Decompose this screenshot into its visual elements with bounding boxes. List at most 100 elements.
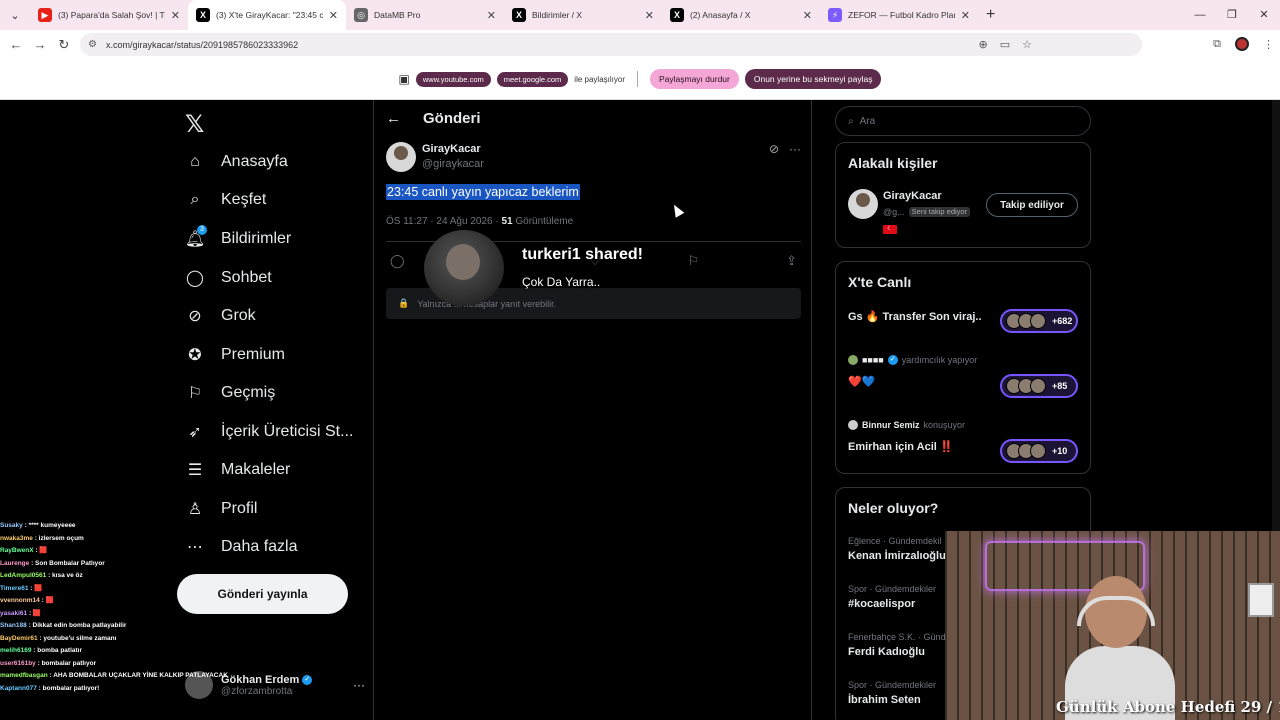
tab-close-icon[interactable]: ✕ [961,9,970,22]
live-listeners-pill[interactable]: +682 [1000,309,1078,333]
trend-name[interactable]: #kocaelispor [848,598,915,610]
share-icon[interactable]: ⇪ [786,253,797,269]
live-item-title[interactable]: ❤️💙 [848,375,875,388]
chat-text: : 🟥 [30,584,43,592]
chat-text: : izlersem oçum [34,534,84,542]
chat-user: Shan188 [0,622,27,629]
chat-message: nwaka3me : izlersem oçum [0,533,260,546]
live-host-row: Binnur Semiz konuşuyor [848,420,965,430]
post-time[interactable]: ÖS 11:27 · 24 Ağu 2026 · [386,216,499,227]
browser-tab[interactable]: X (2) Anasayfa / X ✕ [662,0,820,30]
site-settings-icon[interactable]: ⚙ [88,39,102,50]
post-more-icon[interactable]: ··· [789,142,801,156]
tab-close-icon[interactable]: ✕ [645,9,654,22]
new-tab-button[interactable]: + [986,6,995,24]
tab-close-icon[interactable]: ✕ [803,9,812,22]
bookmark-icon[interactable]: ⚐ [688,253,700,269]
cast-icon[interactable]: ▭ [1000,38,1010,51]
following-button[interactable]: Takip ediliyor [986,193,1078,217]
article-icon: ☰ [187,462,203,479]
forward-icon[interactable]: → [28,37,52,52]
zoom-icon[interactable]: ⊕ [979,38,988,51]
address-bar[interactable]: ⚙ x.com/giraykacar/status/20919857860233… [80,33,1142,56]
x-logo-icon[interactable]: 𝕏 [185,110,204,139]
tab-favicon-icon: X [196,8,210,22]
nav-item[interactable]: ⚐ Geçmiş [185,383,275,403]
trend-category: Eğlence · Gündemdekil [848,536,942,546]
browser-tab[interactable]: X Bildirimler / X ✕ [504,0,662,30]
browser-tab[interactable]: ⚡ ZEFOR — Futbol Kadro Planlam ✕ [820,0,978,30]
trend-name[interactable]: Ferdi Kadıoğlu [848,646,925,658]
chat-text: : kısa ve öz [48,572,83,579]
tab-close-icon[interactable]: ✕ [487,9,496,22]
back-icon[interactable]: ← [4,37,28,52]
nav-item[interactable]: ☰ Makaleler [185,460,291,480]
nav-item[interactable]: 🔔︎ 3 Bildirimler [185,225,292,249]
live-item-title[interactable]: Emirhan için Acil ‼️ [848,440,954,453]
tab-favicon-icon: X [670,8,684,22]
search-icon: ⌕ [848,115,854,127]
profile-avatar[interactable] [1235,37,1249,51]
chat-text: : 🟥 [41,597,54,604]
browser-tab[interactable]: ▶ (3) Papara'da Salah Şov! | Tr ✕ [30,0,188,30]
tab-favicon-icon: ⚡ [828,8,842,22]
author-avatar[interactable] [386,142,416,172]
chat-user: melih6169 [0,647,32,654]
tab-search-icon[interactable]: ⌄ [0,9,30,22]
nav-item-label: Keşfet [221,191,267,208]
window-controls: — ❐ ✕ [1184,0,1280,30]
related-people-box: Alakalı kişiler GirayKacar @g... Seni ta… [835,142,1091,248]
nav-item[interactable]: ⊘ Grok [185,306,255,326]
browser-tab[interactable]: X (3) X'te GirayKacar: "23:45 canlı ✕ [188,0,346,30]
nav-item-label: Bildirimler [221,230,292,247]
chat-icon: ◯ [186,270,204,287]
nav-item[interactable]: ⌂ Anasayfa [185,152,288,172]
live-listeners-pill[interactable]: +85 [1000,374,1078,398]
star-icon[interactable]: ☆ [1022,38,1032,51]
share-this-tab-button[interactable]: Onun yerine bu sekmeyi paylaş [744,69,882,89]
reply-icon[interactable]: ◯ [390,253,405,269]
trend-name[interactable]: İbrahim Seten [848,694,921,706]
rocket-icon: ➶ [188,424,202,441]
tab-close-icon[interactable]: ✕ [171,9,180,22]
trend-category: Spor · Gündemdekiler [848,584,937,594]
nav-item[interactable]: ♙ Profil [185,499,258,519]
nav-item[interactable]: ✪ Premium [185,345,285,365]
chat-user: Susaky [0,522,23,529]
reload-icon[interactable]: ↻ [52,37,76,53]
person-icon: ♙ [187,501,203,518]
restore-icon[interactable]: ❐ [1216,0,1248,30]
minimize-icon[interactable]: — [1184,0,1216,30]
chat-message: BayDemir61 : youtube'u silme zamanı [0,633,260,646]
host-name: Binnur Semiz [862,420,920,430]
tab-close-icon[interactable]: ✕ [329,9,338,22]
nav-item-label: İçerik Üreticisi St... [221,423,354,440]
live-item-title[interactable]: Gs 🔥 Transfer Son viraj.. [848,310,982,323]
menu-icon[interactable]: ⋮ [1263,38,1274,51]
chat-user: nwaka3me [0,534,33,542]
share-chip-meet: meet.google.com [496,71,569,87]
back-arrow-icon[interactable]: ← [386,110,401,127]
nav-item[interactable]: ⌕ Keşfet [185,190,267,210]
search-icon: ⌕ [190,191,200,208]
author-name[interactable]: GirayKacar [422,143,481,155]
author-handle[interactable]: @giraykacar [422,158,484,170]
extensions-icon[interactable]: ⧉ [1213,38,1221,51]
close-window-icon[interactable]: ✕ [1248,0,1280,30]
chat-text: : Dikkat edin bomba patlayabilir [28,622,127,629]
more-icon[interactable]: ··· [353,678,365,692]
host-avatar [848,420,858,430]
live-listeners-pill[interactable]: +10 [1000,439,1078,463]
trend-name[interactable]: Kenan İmirzalıoğlu [848,550,946,562]
search-input[interactable]: ⌕ Ara [835,106,1091,136]
stop-sharing-button[interactable]: Paylaşmayı durdur [649,69,739,89]
browser-toolbar: ← → ↻ ⚙ x.com/giraykacar/status/20919857… [0,30,1280,59]
host-avatar [848,355,858,365]
related-name[interactable]: GirayKacar [883,190,942,202]
browser-tab[interactable]: ◎ DataMB Pro ✕ [346,0,504,30]
grok-icon[interactable]: ⊘ [769,142,779,156]
nav-item[interactable]: ◯ Sohbet [185,268,272,288]
nav-item[interactable]: ➶ İçerik Üreticisi St... [185,422,353,442]
post-meta: ÖS 11:27 · 24 Ağu 2026 · 51 Görüntüleme [386,216,573,227]
related-avatar[interactable] [848,189,878,219]
